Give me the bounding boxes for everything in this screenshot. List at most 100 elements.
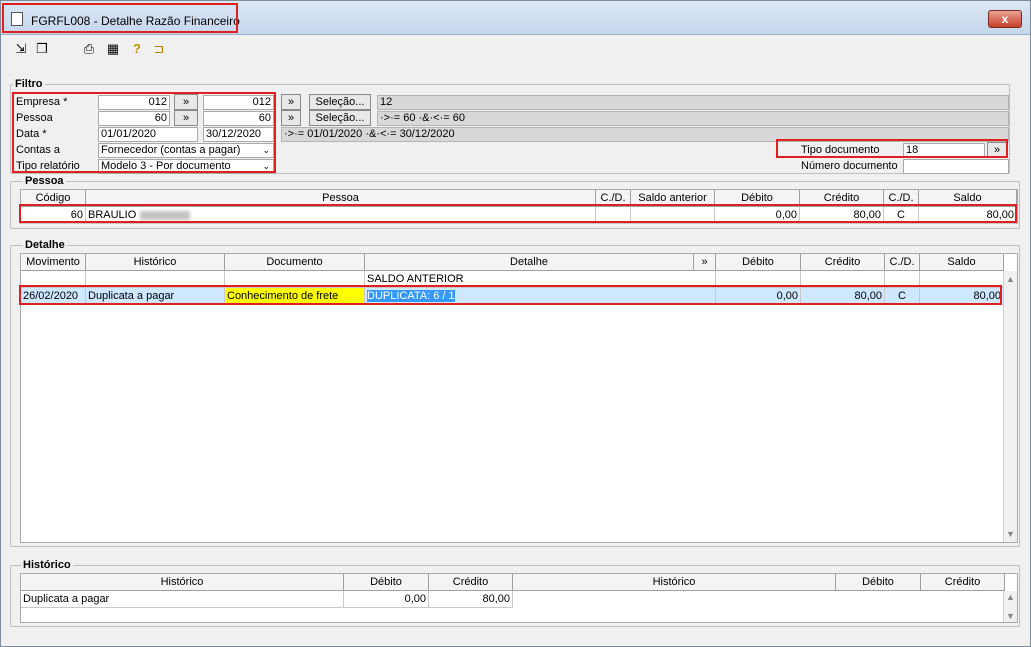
credito-cell: 80,00 [801, 288, 885, 305]
detalhe-cell: SALDO ANTERIOR [365, 271, 716, 288]
contas-select[interactable]: Fornecedor (contas a pagar) ⌄ [98, 143, 274, 158]
data-from-field[interactable]: 01/01/2020 [98, 127, 198, 142]
saldo-anterior-cell [631, 207, 715, 224]
col-header[interactable]: Histórico [513, 574, 836, 591]
pessoa-selecao-button[interactable]: Seleção... [309, 110, 371, 126]
credito-cell: 80,00 [800, 207, 884, 224]
codigo-cell: 60 [21, 207, 86, 224]
title-bar: FGRFL008 - Detalhe Razão Financeiro x [1, 1, 1030, 35]
close-button[interactable]: x [988, 10, 1022, 28]
expand-column-button[interactable]: » [694, 254, 716, 271]
empty-cell [801, 271, 885, 288]
empresa-selecao-button[interactable]: Seleção... [309, 94, 371, 110]
movimento-cell: 26/02/2020 [21, 288, 86, 305]
debito-cell: 0,00 [716, 288, 801, 305]
chevron-down-icon: ⌄ [262, 161, 270, 171]
chevron-down-icon[interactable]: ▼ [1006, 611, 1015, 621]
table-row[interactable]: 26/02/2020 Duplicata a pagar Conheciment… [21, 288, 1004, 305]
detalhe-header-row: Movimento Histórico Documento Detalhe » … [21, 254, 1004, 271]
data-label: Data * [16, 128, 47, 140]
col-header[interactable]: Código [21, 190, 86, 207]
detalhe-grid: Movimento Histórico Documento Detalhe » … [20, 253, 1018, 543]
empresa-range-button[interactable]: » [174, 94, 198, 110]
col-header[interactable]: Saldo [920, 254, 1004, 271]
tipo-documento-button[interactable]: » [987, 142, 1007, 158]
empty-cell [225, 271, 365, 288]
print-icon[interactable]: ⎙ [81, 41, 97, 57]
historico-cell: Duplicata a pagar [86, 288, 225, 305]
col-header[interactable]: C./D. [885, 254, 920, 271]
col-header[interactable]: C./D. [884, 190, 919, 207]
numero-documento-field[interactable] [903, 159, 1009, 174]
empresa-label: Empresa * [16, 96, 68, 108]
pessoa-select-arrow-button[interactable]: » [281, 110, 301, 126]
col-header[interactable]: Movimento [21, 254, 86, 271]
col-header[interactable]: Crédito [801, 254, 885, 271]
saldo-cell: 80,00 [920, 288, 1004, 305]
empty-cell [86, 271, 225, 288]
col-header[interactable]: Crédito [429, 574, 513, 591]
col-header[interactable]: Detalhe [365, 254, 694, 271]
saldo-cell: 80,00 [919, 207, 1017, 224]
col-header[interactable]: C./D. [596, 190, 631, 207]
historico-legend: Histórico [21, 559, 73, 571]
detalhe-legend: Detalhe [23, 239, 67, 251]
pessoa-label: Pessoa [16, 112, 53, 124]
chevron-down-icon: ⌄ [262, 145, 270, 155]
calculator-icon[interactable]: ▦ [105, 41, 121, 57]
col-header[interactable]: Débito [836, 574, 921, 591]
pessoa-range-button[interactable]: » [174, 110, 198, 126]
pessoa-name: BRAULIO [88, 209, 137, 221]
pessoa-summary: ·>·= 60 ·&·<·= 60 [377, 111, 1009, 126]
help-icon[interactable]: ? [129, 41, 145, 57]
redacted-name [140, 210, 191, 220]
pessoa-grid: Código Pessoa C./D. Saldo anterior Débit… [20, 189, 1018, 224]
empty-cell [885, 271, 920, 288]
empresa-to-field[interactable]: 012 [203, 95, 274, 110]
empresa-summary: 12 [377, 95, 1009, 110]
col-header[interactable]: Histórico [21, 574, 344, 591]
historico-scrollbar[interactable]: ▲ ▼ [1003, 591, 1017, 622]
chevron-up-icon[interactable]: ▲ [1006, 274, 1015, 284]
pessoa-row[interactable]: 60 BRAULIO 0,00 80,00 C 80,00 [21, 207, 1017, 224]
table-row[interactable]: Duplicata a pagar 0,00 80,00 [21, 591, 513, 608]
col-header[interactable]: Documento [225, 254, 365, 271]
col-header[interactable]: Saldo anterior [631, 190, 715, 207]
col-header[interactable]: Crédito [921, 574, 1005, 591]
empty-cell [21, 271, 86, 288]
saldo-anterior-row[interactable]: SALDO ANTERIOR [21, 271, 1004, 288]
detalhe-value: DUPLICATA: 6 / 1 [367, 290, 455, 302]
col-header[interactable]: Histórico [86, 254, 225, 271]
empresa-from-field[interactable]: 012 [98, 95, 170, 110]
filtro-legend: Filtro [13, 78, 45, 90]
col-header[interactable]: Débito [344, 574, 429, 591]
exit-door-icon[interactable]: ⊐ [151, 41, 167, 57]
documento-cell: Conhecimento de frete [225, 288, 365, 305]
tipo-documento-field[interactable]: 18 [903, 143, 985, 158]
col-header[interactable]: Crédito [800, 190, 884, 207]
tipo-relatorio-select[interactable]: Modelo 3 - Por documento ⌄ [98, 159, 274, 174]
export-icon[interactable]: ⇲ [13, 41, 29, 57]
historico-header-row: Histórico Débito Crédito Histórico Débit… [21, 574, 1005, 591]
credito-cell: 80,00 [429, 591, 513, 608]
col-header[interactable]: Débito [715, 190, 800, 207]
pessoa-legend: Pessoa [23, 175, 66, 187]
pessoa-name-cell: BRAULIO [86, 207, 596, 224]
copy-icon[interactable]: ❐ [34, 41, 50, 57]
main-window: FGRFL008 - Detalhe Razão Financeiro x ⇲ … [0, 0, 1031, 647]
empresa-select-arrow-button[interactable]: » [281, 94, 301, 110]
col-header[interactable]: Débito [716, 254, 801, 271]
contas-select-value: Fornecedor (contas a pagar) [101, 144, 241, 156]
cd-cell: C [885, 288, 920, 305]
chevron-up-icon[interactable]: ▲ [1006, 592, 1015, 602]
col-header[interactable]: Saldo [919, 190, 1017, 207]
detalhe-scrollbar[interactable]: ▲ ▼ [1003, 271, 1017, 542]
window-title: FGRFL008 - Detalhe Razão Financeiro [31, 14, 240, 28]
pessoa-from-field[interactable]: 60 [98, 111, 170, 126]
chevron-down-icon[interactable]: ▼ [1006, 529, 1015, 539]
data-to-field[interactable]: 30/12/2020 [203, 127, 274, 142]
pessoa-to-field[interactable]: 60 [203, 111, 274, 126]
debito-cell: 0,00 [344, 591, 429, 608]
col-header[interactable]: Pessoa [86, 190, 596, 207]
cd-cell [596, 207, 631, 224]
